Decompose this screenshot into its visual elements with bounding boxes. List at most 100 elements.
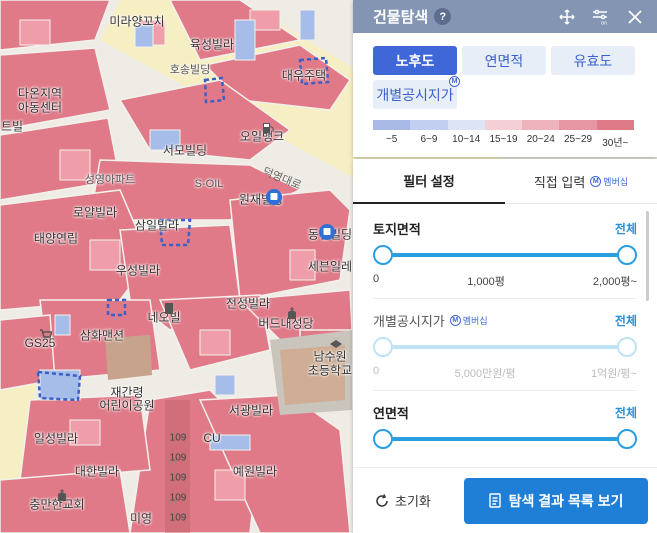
legend-label: ~5 <box>385 134 398 145</box>
map-label-서모빌딩[interactable]: 서모빌딩 <box>163 142 207 159</box>
slider-min-handle[interactable] <box>373 245 393 265</box>
search-panel-header: 건물탐색 ? on <box>353 0 657 33</box>
tab-label: 직접 입력 <box>533 174 586 190</box>
legend-label: 6~9 <box>420 134 438 145</box>
floor-area-slider[interactable] <box>373 427 637 451</box>
filter-floor-area: 연면적 전체 <box>353 391 657 451</box>
legend-color-bar <box>373 120 634 130</box>
map-label-미라양꼬치[interactable]: 미라양꼬치 <box>109 13 164 30</box>
filter-land-area: 토지면적 전체 0 1,000평 2,000평~ <box>353 205 657 289</box>
map-label-로얄빌라[interactable]: 로얄빌라 <box>73 204 117 221</box>
membership-icon: M <box>590 175 602 187</box>
map-label-육성빌라[interactable]: 육성빌라 <box>190 36 234 53</box>
filter-all-button[interactable]: 전체 <box>615 404 637 421</box>
legend-swatch <box>484 120 523 130</box>
map-label-cu[interactable]: CU <box>203 431 220 445</box>
land-area-slider[interactable] <box>373 243 637 267</box>
map-label-우성빌라[interactable]: 우성빌라 <box>116 262 160 279</box>
map-label-어린이공원[interactable]: 어린이공원 <box>99 397 154 414</box>
filter-toggle-icon[interactable]: on <box>589 5 613 29</box>
map-label-미영[interactable]: 미영 <box>130 510 152 527</box>
mode-land-price-button[interactable]: 개별공시지가 M <box>373 76 460 109</box>
age-legend: ~5 6~9 10~14 15~19 20~24 25~29 30년~ <box>373 120 634 149</box>
refresh-icon <box>376 493 388 507</box>
land-price-slider <box>373 335 637 359</box>
legend-swatch <box>410 120 448 130</box>
legend-labels: ~5 6~9 10~14 15~19 20~24 25~29 30년~ <box>373 134 634 149</box>
filter-footer: 초기화 탐색 결과 목록 보기 <box>353 467 657 533</box>
map-label-서광빌라[interactable]: 서광빌라 <box>229 402 273 419</box>
tab-filter-settings[interactable]: 필터 설정 <box>353 159 505 204</box>
filter-list[interactable]: 토지면적 전체 0 1,000평 2,000평~ 개별공시지가 M 멤버십 전체… <box>353 205 657 467</box>
map-label-트빌[interactable]: 트빌 <box>1 118 23 135</box>
legend-label: 20~24 <box>526 134 555 145</box>
slider-max-handle[interactable] <box>617 429 637 449</box>
help-icon[interactable]: ? <box>434 8 452 25</box>
map-label-세븐일레[interactable]: 세븐일레 <box>308 258 352 275</box>
parcel-number: 109 <box>169 512 187 524</box>
tick-label: 5,000만원/평 <box>454 368 516 380</box>
mode-land-price-label: 개별공시지가 <box>376 86 454 103</box>
filter-title: 연면적 <box>373 405 409 421</box>
tab-label: 필터 설정 <box>403 174 455 189</box>
membership-label: 멤버십 <box>462 315 488 326</box>
map-label-삼화맨션[interactable]: 삼화맨션 <box>80 327 124 344</box>
reset-button[interactable]: 초기화 <box>375 491 455 510</box>
document-icon <box>488 493 501 508</box>
filter-title: 토지면적 <box>373 221 421 237</box>
map-label-대우주택[interactable]: 대우주택 <box>282 67 326 84</box>
map-label-일성빌라[interactable]: 일성빌라 <box>34 430 78 447</box>
map-label-s-oil[interactable]: S-OIL <box>195 178 224 190</box>
membership-icon: M <box>449 314 461 326</box>
legend-label: 30년~ <box>602 138 629 149</box>
map-label-초등학교[interactable]: 초등학교 <box>308 362 352 379</box>
reset-label: 초기화 <box>395 494 431 509</box>
mode-tabs-row2: 개별공시지가 M <box>353 75 657 109</box>
legend-swatch <box>596 120 634 130</box>
parcel-number: 109 <box>169 472 187 484</box>
slider-max-handle <box>617 337 637 357</box>
filter-tabs: 필터 설정 직접 입력 M 멤버십 <box>353 159 657 204</box>
tick-label: 1,000평 <box>467 276 505 288</box>
parcel-number: 109 <box>169 432 187 444</box>
membership-icon: M <box>449 76 460 87</box>
slider-ticks: 0 1,000평 2,000평~ <box>373 273 637 289</box>
mode-efficiency-button[interactable]: 유효도 <box>551 46 635 75</box>
slider-ticks: 0 5,000만원/평 1억원/평~ <box>373 365 637 381</box>
filter-panel: 필터 설정 직접 입력 M 멤버십 토지면적 전체 0 1,000평 2,000… <box>353 159 657 533</box>
tick-label: 0 <box>373 365 380 377</box>
move-icon[interactable] <box>555 5 579 29</box>
map-label-버드내성당[interactable]: 버드내성당 <box>258 315 313 332</box>
map-label-성영아파트[interactable]: 성영아파트 <box>85 171 136 187</box>
membership-badge: M 멤버십 <box>449 314 488 327</box>
legend-swatch <box>447 120 485 130</box>
tab-direct-input[interactable]: 직접 입력 M 멤버십 <box>505 159 657 203</box>
slider-min-handle[interactable] <box>373 429 393 449</box>
legend-swatch <box>559 120 597 130</box>
mode-tabs: 노후도 연면적 유효도 <box>353 33 657 75</box>
mode-age-button[interactable]: 노후도 <box>373 46 457 75</box>
filter-title: 개별공시지가 <box>373 313 445 329</box>
tick-label: 2,000평~ <box>592 276 637 288</box>
mode-floor-area-button[interactable]: 연면적 <box>462 46 546 75</box>
map-label-아동센터[interactable]: 아동센터 <box>18 99 62 116</box>
map-label-삼일빌라[interactable]: 삼일빌라 <box>135 217 179 234</box>
legend-swatch <box>373 120 411 130</box>
map-label-호송빌딩[interactable]: 호송빌딩 <box>170 61 210 77</box>
parcel-number: 109 <box>169 492 187 504</box>
map-label-예원빌라[interactable]: 예원빌라 <box>233 463 277 480</box>
map-label-태양연립[interactable]: 태양연립 <box>34 230 78 247</box>
legend-label: 25~29 <box>564 134 593 145</box>
legend-label: 15~19 <box>489 134 518 145</box>
slider-min-handle <box>373 337 393 357</box>
map-label-전성빌라[interactable]: 전성빌라 <box>226 295 270 312</box>
filter-all-button[interactable]: 전체 <box>615 312 637 329</box>
filter-all-button[interactable]: 전체 <box>615 220 637 237</box>
map-label-대한빌라[interactable]: 대한빌라 <box>75 463 119 480</box>
show-results-list-button[interactable]: 탐색 결과 목록 보기 <box>464 477 648 524</box>
panel-title: 건물탐색 <box>373 9 429 26</box>
membership-label: 멤버십 <box>603 176 629 187</box>
legend-swatch <box>522 120 560 130</box>
close-icon[interactable] <box>623 5 647 29</box>
slider-max-handle[interactable] <box>617 245 637 265</box>
